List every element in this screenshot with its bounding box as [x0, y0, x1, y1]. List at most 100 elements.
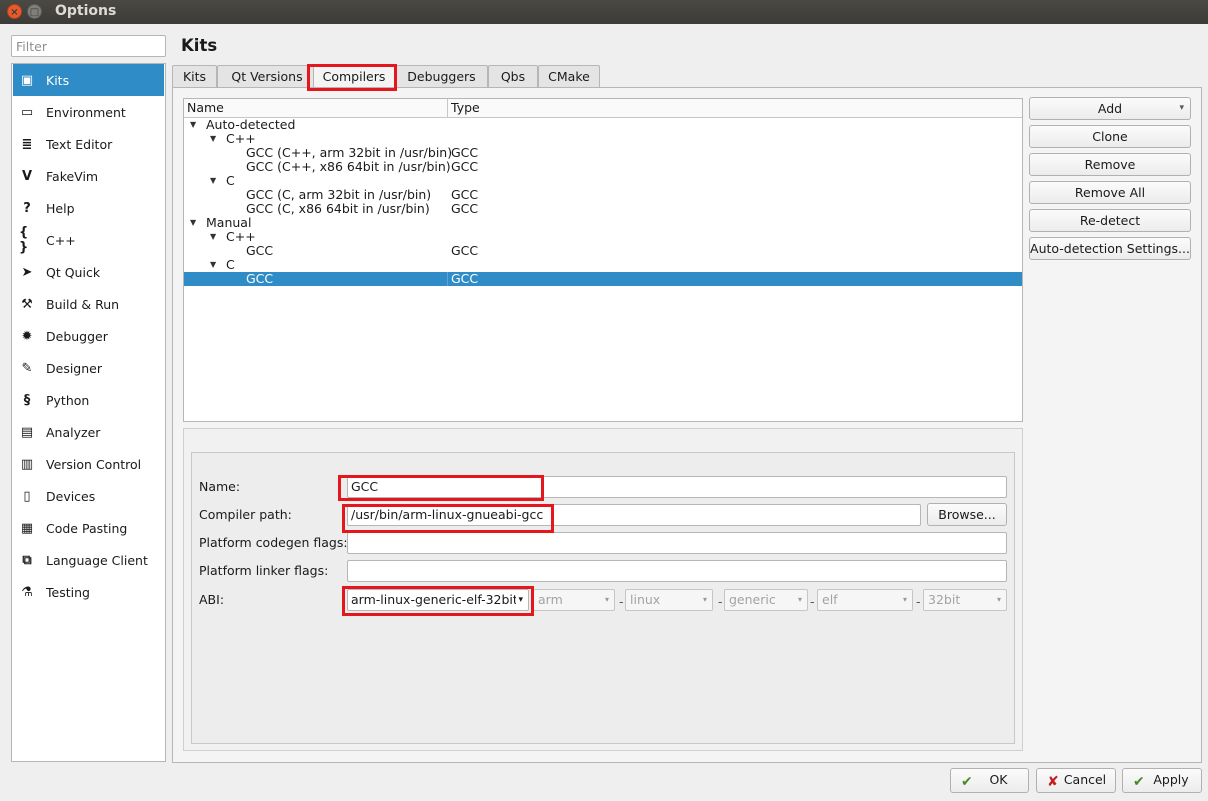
- devices-icon: ▯: [23, 488, 31, 504]
- tree-cell-type: GCC: [451, 271, 479, 286]
- sidebar-item-label: Code Pasting: [46, 520, 128, 536]
- tab-kits[interactable]: Kits: [172, 65, 217, 88]
- compiler-row[interactable]: GCC GCC: [184, 272, 1022, 286]
- sidebar-item-kits[interactable]: ▣ Kits: [13, 64, 164, 96]
- tree-group-row[interactable]: ▼ C: [184, 174, 1022, 188]
- browse-button[interactable]: Browse...: [927, 503, 1007, 526]
- remove-button[interactable]: Remove: [1029, 153, 1191, 176]
- column-header-type[interactable]: Type: [448, 99, 1022, 118]
- python-icon: §: [23, 392, 31, 408]
- tree-group-row[interactable]: ▼ C: [184, 258, 1022, 272]
- abi-part-select-1[interactable]: linux ▾: [625, 589, 713, 611]
- chevron-down-icon: ▾: [516, 592, 523, 608]
- tree-cell-name: GCC (C++, x86 64bit in /usr/bin): [246, 159, 451, 174]
- ok-button[interactable]: ✔ OK: [950, 768, 1029, 793]
- linker-flags-field[interactable]: [347, 560, 1007, 582]
- tab-debuggers[interactable]: Debuggers: [395, 65, 488, 88]
- abi-part-select-0[interactable]: arm ▾: [533, 589, 615, 611]
- linker-flags-label: Platform linker flags:: [199, 563, 329, 578]
- sidebar-item-label: C++: [46, 232, 76, 248]
- compiler-row[interactable]: GCC (C++, arm 32bit in /usr/bin) GCC: [184, 146, 1022, 160]
- sidebar-item-designer[interactable]: ✎ Designer: [13, 352, 164, 384]
- sidebar-item-version-control[interactable]: ▥ Version Control: [13, 448, 164, 480]
- cancel-button-label: Cancel: [1063, 772, 1107, 787]
- apply-button-label: Apply: [1153, 772, 1189, 787]
- sidebar-item-label: Kits: [46, 72, 70, 88]
- name-field[interactable]: GCC: [347, 476, 1007, 498]
- compiler-row[interactable]: GCC (C, arm 32bit in /usr/bin) GCC: [184, 188, 1022, 202]
- expand-arrow-icon[interactable]: ▼: [190, 118, 196, 132]
- sidebar-item-analyzer[interactable]: ▤ Analyzer: [13, 416, 164, 448]
- tab-qbs[interactable]: Qbs: [488, 65, 538, 88]
- compiler-path-field[interactable]: /usr/bin/arm-linux-gnueabi-gcc: [347, 504, 921, 526]
- codegen-flags-label: Platform codegen flags:: [199, 535, 348, 550]
- abi-part-select-3[interactable]: elf ▾: [817, 589, 913, 611]
- sidebar-item-testing[interactable]: ⚗ Testing: [13, 576, 164, 608]
- sidebar-item-c[interactable]: { } C++: [13, 224, 164, 256]
- compiler-row[interactable]: GCC GCC: [184, 244, 1022, 258]
- autodetect-settings-button[interactable]: Auto-detection Settings...: [1029, 237, 1191, 260]
- filter-input[interactable]: [11, 35, 166, 57]
- sidebar-item-language-client[interactable]: ⧉ Language Client: [13, 544, 164, 576]
- abi-part-select-4[interactable]: 32bit ▾: [923, 589, 1007, 611]
- expand-arrow-icon[interactable]: ▼: [210, 174, 216, 188]
- tree-cell-name: GCC: [246, 243, 274, 258]
- compiler-row[interactable]: GCC (C, x86 64bit in /usr/bin) GCC: [184, 202, 1022, 216]
- sidebar-item-label: Qt Quick: [46, 264, 101, 280]
- tree-cell-name: Manual: [206, 215, 252, 230]
- sidebar-item-debugger[interactable]: ✹ Debugger: [13, 320, 164, 352]
- sidebar-item-label: Build & Run: [46, 296, 120, 312]
- tree-group-row[interactable]: ▼ C++: [184, 230, 1022, 244]
- expand-arrow-icon[interactable]: ▼: [210, 230, 216, 244]
- name-label: Name:: [199, 479, 241, 494]
- sidebar-item-devices[interactable]: ▯ Devices: [13, 480, 164, 512]
- sidebar-item-label: Devices: [46, 488, 96, 504]
- sidebar-item-label: Text Editor: [46, 136, 113, 152]
- sidebar-item-qt-quick[interactable]: ➤ Qt Quick: [13, 256, 164, 288]
- expand-arrow-icon[interactable]: ▼: [210, 132, 216, 146]
- expand-arrow-icon[interactable]: ▼: [190, 216, 196, 230]
- sidebar-item-python[interactable]: § Python: [13, 384, 164, 416]
- tab-cmake[interactable]: CMake: [538, 65, 600, 88]
- apply-button[interactable]: ✔ Apply: [1122, 768, 1202, 793]
- codegen-flags-field[interactable]: [347, 532, 1007, 554]
- remove-all-button[interactable]: Remove All: [1029, 181, 1191, 204]
- clone-button[interactable]: Clone: [1029, 125, 1191, 148]
- qt-quick-icon: ➤: [21, 264, 33, 280]
- tree-group-row[interactable]: ▼ C++: [184, 132, 1022, 146]
- abi-label: ABI:: [199, 592, 225, 607]
- abi-part-value: linux: [630, 592, 661, 607]
- tree-group-row[interactable]: ▼ Auto-detected: [184, 118, 1022, 132]
- abi-part-select-2[interactable]: generic ▾: [724, 589, 808, 611]
- add-button[interactable]: Add ▾: [1029, 97, 1191, 120]
- sidebar-item-text-editor[interactable]: ≣ Text Editor: [13, 128, 164, 160]
- sidebar-item-build-run[interactable]: ⚒ Build & Run: [13, 288, 164, 320]
- tree-cell-type: GCC: [451, 145, 479, 160]
- compiler-row[interactable]: GCC (C++, x86 64bit in /usr/bin) GCC: [184, 160, 1022, 174]
- chevron-down-icon: ▾: [996, 595, 1001, 604]
- column-header-name[interactable]: Name: [184, 99, 448, 118]
- sidebar-item-environment[interactable]: ▭ Environment: [13, 96, 164, 128]
- sidebar-item-label: Help: [46, 200, 75, 216]
- compiler-tree[interactable]: Name Type ▼ Auto-detected ▼ C++ GCC (C++, ar…: [183, 98, 1023, 422]
- version-control-icon: ▥: [20, 456, 34, 472]
- abi-select[interactable]: arm-linux-generic-elf-32bit ▾: [347, 589, 529, 611]
- sidebar-item-fakevim[interactable]: V FakeVim: [13, 160, 164, 192]
- kits-icon: ▣: [20, 72, 34, 88]
- window-close-button[interactable]: ×: [7, 4, 22, 19]
- window-maximize-button[interactable]: □: [27, 4, 42, 19]
- cpp-icon: { }: [19, 225, 29, 255]
- sidebar-item-help[interactable]: ? Help: [13, 192, 164, 224]
- tab-compilers[interactable]: Compilers: [313, 65, 395, 89]
- sidebar-item-code-pasting[interactable]: ▦ Code Pasting: [13, 512, 164, 544]
- cancel-button[interactable]: ✘ Cancel: [1036, 768, 1116, 793]
- redetect-button[interactable]: Re-detect: [1029, 209, 1191, 232]
- column-separator: [447, 272, 448, 286]
- tree-cell-name: GCC: [246, 271, 274, 286]
- abi-separator: -: [718, 594, 723, 609]
- tree-group-row[interactable]: ▼ Manual: [184, 216, 1022, 230]
- sidebar-item-label: FakeVim: [46, 168, 99, 184]
- expand-arrow-icon[interactable]: ▼: [210, 258, 216, 272]
- window-title: Options: [55, 3, 117, 19]
- tab-qt-versions[interactable]: Qt Versions: [217, 65, 317, 88]
